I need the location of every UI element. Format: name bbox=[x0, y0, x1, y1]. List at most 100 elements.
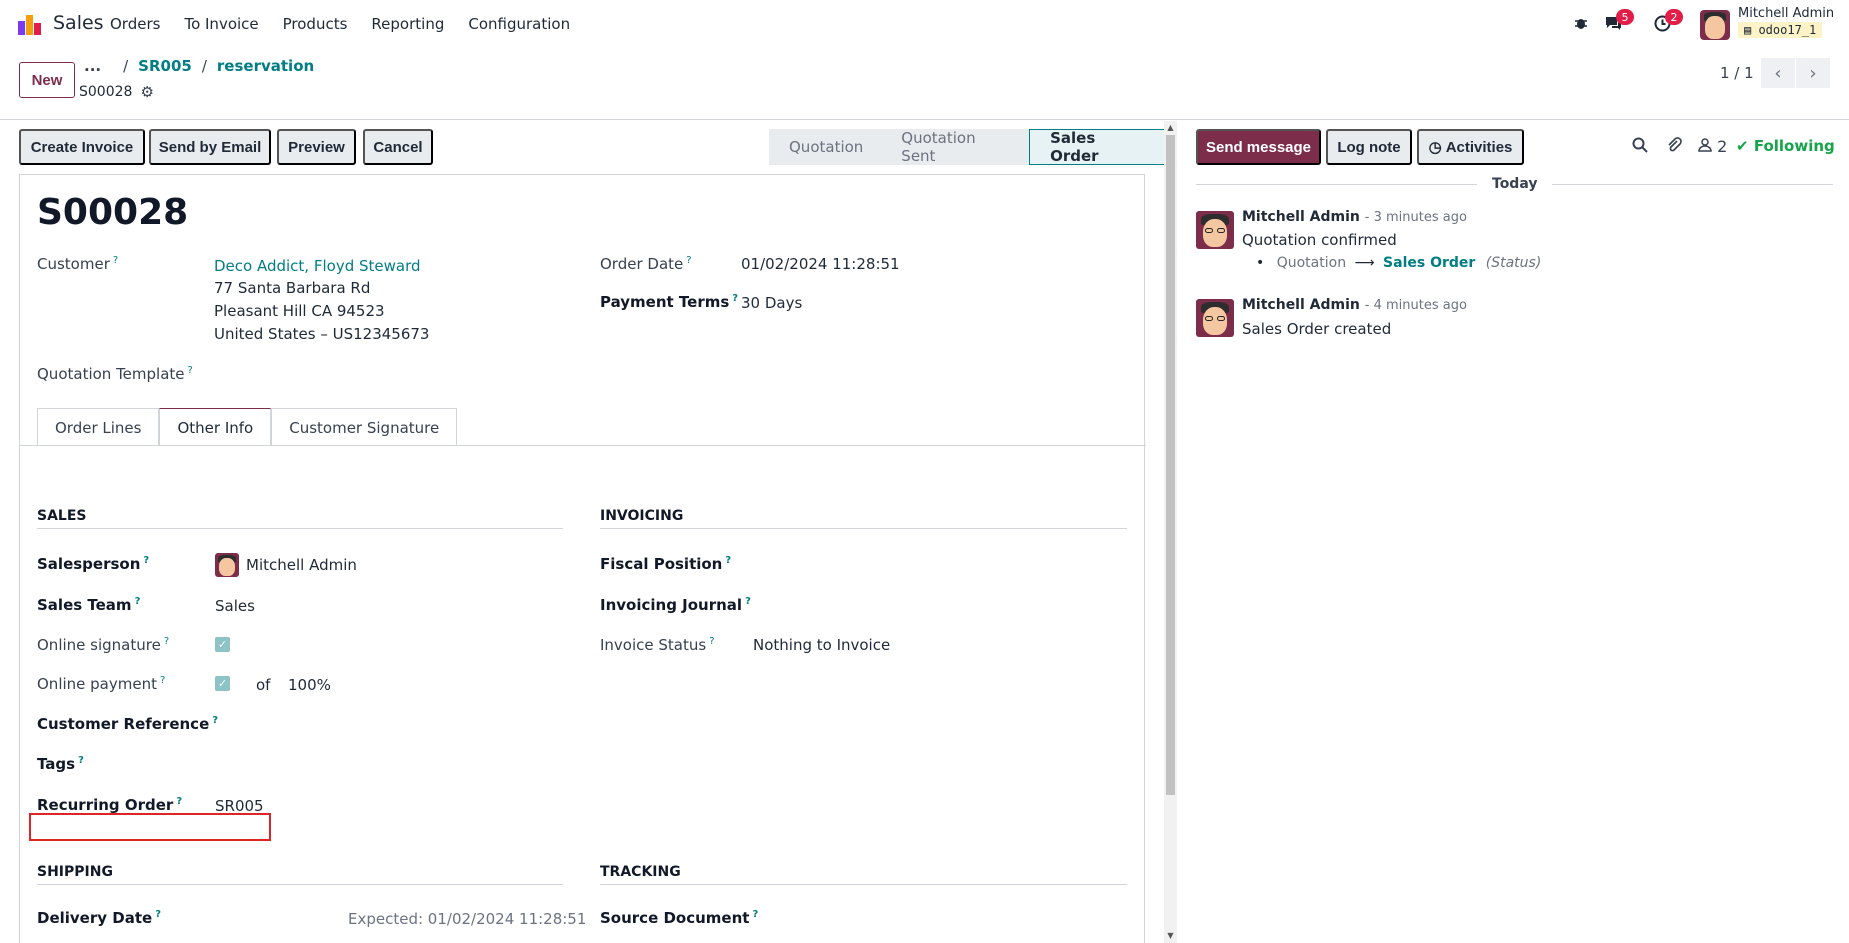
scroll-up-icon[interactable]: ▲ bbox=[1166, 123, 1175, 133]
create-invoice-button[interactable]: Create Invoice bbox=[19, 129, 145, 165]
invoicing-section-divider bbox=[600, 528, 1127, 529]
new-button[interactable]: New bbox=[19, 62, 75, 98]
stage-quotation[interactable]: Quotation bbox=[769, 129, 882, 165]
shipping-section-header: SHIPPING bbox=[37, 864, 113, 880]
tags-field[interactable] bbox=[214, 750, 554, 776]
today-divider-left bbox=[1196, 184, 1477, 185]
delivery-date-expected[interactable]: Expected: 01/02/2024 11:28:51 bbox=[348, 910, 586, 928]
messages-badge: 5 bbox=[1616, 9, 1634, 25]
recurring-order-label: Recurring Order? bbox=[37, 796, 183, 814]
arrow-right-icon: ⟶ bbox=[1354, 255, 1375, 271]
customer-reference-field[interactable] bbox=[214, 710, 554, 736]
activities-clock-icon[interactable]: 2 bbox=[1651, 9, 1683, 34]
menu-orders[interactable]: Orders bbox=[110, 15, 160, 33]
invoice-status-label: Invoice Status? bbox=[600, 636, 715, 654]
message-time: - 4 minutes ago bbox=[1364, 298, 1467, 313]
order-name: S00028 bbox=[37, 192, 189, 233]
message-body: Sales Order created bbox=[1242, 320, 1392, 338]
menu-configuration[interactable]: Configuration bbox=[468, 15, 570, 33]
invoicing-journal-field[interactable] bbox=[752, 591, 1122, 617]
sales-section-header: SALES bbox=[37, 508, 87, 524]
pager-previous-icon[interactable]: ‹ bbox=[1761, 58, 1795, 88]
message-avatar[interactable] bbox=[1196, 211, 1234, 249]
app-name[interactable]: Sales bbox=[53, 12, 104, 34]
debug-bug-icon[interactable] bbox=[1570, 12, 1592, 34]
message-author[interactable]: Mitchell Admin - 4 minutes ago bbox=[1242, 297, 1467, 313]
messages-icon[interactable]: 5 bbox=[1602, 9, 1634, 34]
today-label: Today bbox=[1492, 176, 1538, 192]
chatter-panel: Send message Log note ◷ Activities 2 ✔ Fo… bbox=[1180, 121, 1849, 943]
menu-products[interactable]: Products bbox=[283, 15, 348, 33]
main-menu: Orders To Invoice Products Reporting Con… bbox=[110, 0, 594, 48]
control-panel: New ... / SR005 / reservation S00028 ⚙ 1… bbox=[0, 48, 1849, 120]
followers-button[interactable]: 2 bbox=[1698, 137, 1727, 156]
online-payment-label: Online payment? bbox=[37, 675, 166, 693]
customer-label: Customer? bbox=[37, 255, 119, 273]
status-bar: Quotation Quotation Sent Sales Order bbox=[769, 129, 1165, 165]
tab-customer-signature[interactable]: Customer Signature bbox=[271, 408, 458, 446]
online-signature-checkbox[interactable]: ✓ bbox=[215, 637, 230, 652]
clock-icon: ◷ bbox=[1428, 139, 1442, 156]
scroll-thumb[interactable] bbox=[1166, 135, 1175, 795]
online-payment-checkbox[interactable]: ✓ bbox=[215, 676, 230, 691]
sales-team-value[interactable]: Sales bbox=[215, 597, 255, 615]
gear-icon[interactable]: ⚙ bbox=[140, 83, 153, 101]
quotation-template-field[interactable] bbox=[214, 360, 554, 386]
activities-badge: 2 bbox=[1665, 9, 1683, 25]
breadcrumb-reservation[interactable]: reservation bbox=[217, 57, 314, 75]
pager-value[interactable]: 1 / 1 bbox=[1720, 64, 1754, 82]
payment-terms-value[interactable]: 30 Days bbox=[741, 294, 802, 312]
cancel-button[interactable]: Cancel bbox=[363, 129, 433, 165]
breadcrumb-sr005[interactable]: SR005 bbox=[138, 57, 192, 75]
top-navbar: Sales Orders To Invoice Products Reporti… bbox=[0, 0, 1849, 48]
check-icon: ✔ bbox=[1736, 137, 1749, 155]
database-name: ▤ odoo17_1 bbox=[1738, 22, 1823, 38]
shipping-section-divider bbox=[37, 884, 563, 885]
order-date-value[interactable]: 01/02/2024 11:28:51 bbox=[741, 255, 900, 273]
person-icon bbox=[1698, 137, 1717, 156]
recurring-order-value[interactable]: SR005 bbox=[215, 797, 264, 815]
breadcrumb-more[interactable]: ... bbox=[84, 57, 101, 75]
paperclip-icon[interactable] bbox=[1666, 137, 1682, 157]
today-divider-right bbox=[1552, 184, 1833, 185]
fiscal-position-field[interactable] bbox=[752, 550, 1122, 576]
menu-to-invoice[interactable]: To Invoice bbox=[184, 15, 258, 33]
tab-other-info[interactable]: Other Info bbox=[159, 408, 272, 446]
salesperson-label: Salesperson? bbox=[37, 555, 150, 573]
following-button[interactable]: ✔ Following bbox=[1736, 137, 1835, 155]
invoicing-journal-label: Invoicing Journal? bbox=[600, 596, 751, 614]
invoicing-section-header: INVOICING bbox=[600, 508, 684, 524]
fiscal-position-label: Fiscal Position? bbox=[600, 555, 732, 573]
menu-reporting[interactable]: Reporting bbox=[371, 15, 444, 33]
online-signature-label: Online signature? bbox=[37, 636, 170, 654]
user-name[interactable]: Mitchell Admin bbox=[1738, 6, 1834, 21]
pager-next-icon[interactable]: › bbox=[1796, 58, 1830, 88]
sales-team-label: Sales Team? bbox=[37, 596, 141, 614]
customer-address-line2: Pleasant Hill CA 94523 bbox=[214, 302, 385, 320]
user-avatar[interactable] bbox=[1700, 10, 1730, 40]
online-payment-percent[interactable]: 100% bbox=[288, 676, 331, 694]
tracking-section-header: TRACKING bbox=[600, 864, 681, 880]
salesperson-value[interactable]: Mitchell Admin bbox=[246, 556, 357, 574]
tags-label: Tags? bbox=[37, 755, 84, 773]
customer-link[interactable]: Deco Addict, Floyd Steward bbox=[214, 257, 421, 275]
activities-button[interactable]: ◷ Activities bbox=[1417, 129, 1524, 165]
notebook-tabs: Order Lines Other Info Customer Signatur… bbox=[37, 408, 458, 446]
log-note-button[interactable]: Log note bbox=[1326, 129, 1412, 165]
sales-app-icon[interactable] bbox=[17, 11, 43, 37]
send-message-button[interactable]: Send message bbox=[1196, 129, 1321, 165]
stage-sales-order[interactable]: Sales Order bbox=[1029, 129, 1165, 165]
search-icon[interactable] bbox=[1632, 137, 1648, 157]
preview-button[interactable]: Preview bbox=[277, 129, 356, 165]
message-time: - 3 minutes ago bbox=[1364, 210, 1467, 225]
message-author[interactable]: Mitchell Admin - 3 minutes ago bbox=[1242, 209, 1467, 225]
form-scrollbar[interactable]: ▲ ▼ bbox=[1164, 121, 1177, 943]
tab-order-lines[interactable]: Order Lines bbox=[37, 408, 160, 446]
message-avatar[interactable] bbox=[1196, 299, 1234, 337]
customer-address-line1: 77 Santa Barbara Rd bbox=[214, 279, 371, 297]
scroll-down-icon[interactable]: ▼ bbox=[1166, 931, 1175, 941]
send-by-email-button[interactable]: Send by Email bbox=[149, 129, 271, 165]
delivery-date-label: Delivery Date? bbox=[37, 909, 161, 927]
form-sheet: S00028 Customer? Deco Addict, Floyd Stew… bbox=[19, 174, 1146, 943]
stage-quotation-sent[interactable]: Quotation Sent bbox=[881, 129, 1030, 165]
